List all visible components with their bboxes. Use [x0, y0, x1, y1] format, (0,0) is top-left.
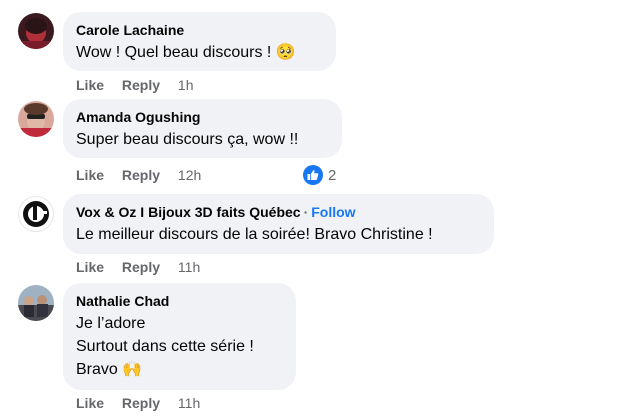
- comment-author[interactable]: Vox & Oz I Bijoux 3D faits Québec: [76, 204, 301, 220]
- avatar[interactable]: [18, 101, 54, 137]
- avatar[interactable]: [18, 196, 54, 232]
- comment-actions: Like Reply 1h: [76, 77, 194, 93]
- comment-text: Wow ! Quel beau discours ! 🥺: [76, 41, 323, 64]
- comment-timestamp[interactable]: 12h: [178, 167, 201, 183]
- comment-timestamp[interactable]: 11h: [178, 395, 200, 411]
- comment-text-line: Bravo 🙌: [76, 361, 143, 378]
- comment-text: Je l’adore Surtout dans cette série ! Br…: [76, 312, 283, 381]
- comment-bubble: Nathalie Chad Je l’adore Surtout dans ce…: [63, 283, 296, 390]
- comment-text-line: Le meilleur discours de la soirée! Bravo…: [76, 226, 433, 243]
- comment-author-line: Vox & Oz I Bijoux 3D faits Québec · Follow: [76, 203, 481, 221]
- separator-dot: ·: [303, 204, 309, 220]
- comment-timestamp[interactable]: 11h: [178, 259, 200, 275]
- avatar[interactable]: [18, 13, 54, 49]
- comment-text-line: Super beau discours ça, wow !!: [76, 131, 299, 148]
- like-button[interactable]: Like: [76, 395, 104, 411]
- like-button[interactable]: Like: [76, 259, 104, 275]
- follow-button[interactable]: Follow: [311, 204, 355, 220]
- comment-author[interactable]: Amanda Ogushing: [76, 108, 329, 126]
- avatar[interactable]: [18, 285, 54, 321]
- comment-actions: Like Reply 12h: [76, 167, 201, 183]
- comment-bubble: Carole Lachaine Wow ! Quel beau discours…: [63, 12, 336, 71]
- reaction-count: 2: [328, 166, 337, 184]
- like-button[interactable]: Like: [76, 167, 104, 183]
- reply-button[interactable]: Reply: [122, 167, 160, 183]
- comment-actions: Like Reply 11h: [76, 395, 200, 411]
- comment-actions: Like Reply 11h: [76, 259, 200, 275]
- comment-text-line: Wow ! Quel beau discours ! 🥺: [76, 44, 296, 61]
- like-button[interactable]: Like: [76, 77, 104, 93]
- comment-timestamp[interactable]: 1h: [178, 77, 194, 93]
- comment-author[interactable]: Nathalie Chad: [76, 292, 283, 310]
- comment-bubble: Amanda Ogushing Super beau discours ça, …: [63, 99, 342, 158]
- comment-author[interactable]: Carole Lachaine: [76, 21, 323, 39]
- reply-button[interactable]: Reply: [122, 77, 160, 93]
- comment-text: Super beau discours ça, wow !!: [76, 128, 329, 151]
- reply-button[interactable]: Reply: [122, 395, 160, 411]
- comment-bubble: Vox & Oz I Bijoux 3D faits Québec · Follow…: [63, 194, 494, 254]
- comment-text-line: Surtout dans cette série !: [76, 338, 254, 355]
- like-icon: [303, 165, 323, 185]
- reply-button[interactable]: Reply: [122, 259, 160, 275]
- comment-text: Le meilleur discours de la soirée! Bravo…: [76, 223, 481, 246]
- reaction-summary[interactable]: 2: [303, 165, 336, 185]
- comment-text-line: Je l’adore: [76, 315, 146, 332]
